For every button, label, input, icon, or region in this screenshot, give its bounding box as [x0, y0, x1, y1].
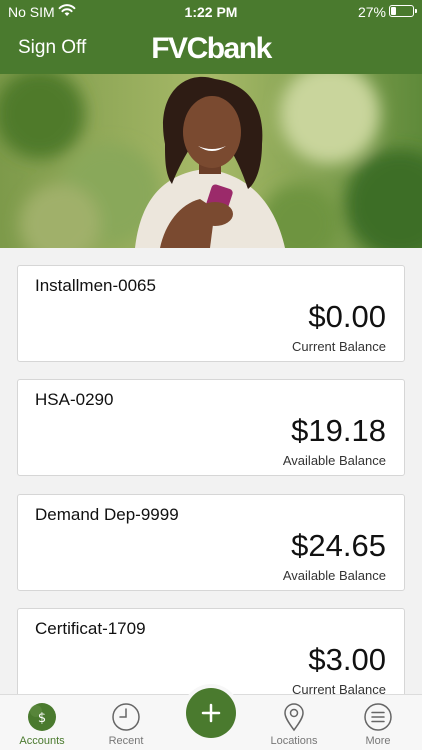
account-card[interactable]: Installmen-0065 $0.00 Current Balance: [17, 265, 405, 362]
tab-locations[interactable]: Locations: [252, 695, 336, 750]
status-bar: No SIM 1:22 PM 27%: [0, 0, 422, 24]
dollar-icon: $: [28, 703, 56, 731]
tab-more-label: More: [365, 735, 391, 747]
tab-locations-label: Locations: [270, 735, 318, 747]
clock-icon: [112, 703, 140, 731]
hero-photo: [0, 74, 422, 248]
account-balance: $3.00: [308, 642, 386, 677]
battery-percent: 27%: [357, 4, 386, 20]
account-card[interactable]: HSA-0290 $19.18 Available Balance: [17, 379, 405, 476]
app-header: No SIM 1:22 PM 27% Sign Off FVCbank: [0, 0, 422, 74]
account-card[interactable]: Demand Dep-9999 $24.65 Available Balance: [17, 494, 405, 591]
account-balance: $0.00: [308, 299, 386, 334]
tab-recent[interactable]: Recent: [84, 695, 168, 750]
account-balance: $24.65: [291, 528, 386, 563]
tab-accounts-label: Accounts: [19, 735, 65, 747]
balance-label: Current Balance: [292, 339, 386, 354]
svg-text:$: $: [38, 711, 46, 726]
account-name: Demand Dep-9999: [35, 505, 179, 524]
app-screen: No SIM 1:22 PM 27% Sign Off FVCbank Inst…: [0, 0, 422, 750]
tab-recent-label: Recent: [108, 735, 144, 747]
tab-accounts[interactable]: $ Accounts: [0, 695, 84, 750]
add-button[interactable]: [186, 688, 236, 738]
location-pin-icon: [284, 703, 304, 732]
account-name: HSA-0290: [35, 390, 114, 409]
battery-level-fill: [391, 7, 396, 15]
account-name: Installmen-0065: [35, 276, 156, 295]
account-balance: $19.18: [291, 413, 386, 448]
balance-label: Available Balance: [282, 453, 386, 468]
tab-more[interactable]: More: [336, 695, 420, 750]
account-name: Certificat-1709: [35, 619, 146, 638]
fvcbank-logo: FVCbank: [151, 32, 272, 65]
plus-icon: [201, 703, 221, 723]
battery-icon: [389, 5, 417, 17]
balance-label: Available Balance: [282, 568, 386, 583]
menu-icon: [364, 703, 392, 731]
